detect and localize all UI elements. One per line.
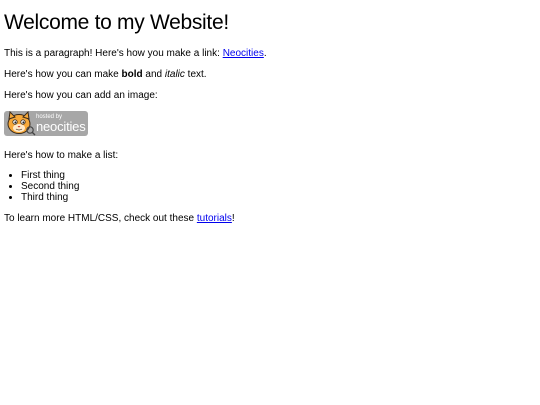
neocities-cat-icon	[7, 111, 36, 136]
formatting-text-after: text.	[184, 69, 207, 80]
neocities-link[interactable]: Neocities	[223, 48, 264, 59]
formatting-paragraph: Here's how you can make bold and italic …	[4, 69, 536, 80]
tutorials-text-before: To learn more HTML/CSS, check out these	[4, 213, 197, 224]
thing-list: First thing Second thing Third thing	[4, 170, 536, 203]
intro-text: This is a paragraph! Here's how you make…	[4, 48, 223, 59]
formatting-text-middle: and	[142, 69, 165, 80]
italic-text: italic	[164, 69, 185, 80]
list-item: Second thing	[21, 181, 536, 192]
neocities-badge-image: hosted by neocities	[4, 111, 88, 136]
image-paragraph: Here's how you can add an image:	[4, 90, 158, 101]
page-title: Welcome to my Website!	[4, 11, 229, 34]
list-intro: Here's how to make a list:	[4, 150, 119, 161]
tutorials-exclamation: !	[231, 213, 235, 224]
intro-paragraph: This is a paragraph! Here's how you make…	[4, 48, 536, 59]
list-item: First thing	[21, 170, 536, 181]
page-content: Welcome to my Website! This is a paragra…	[0, 11, 540, 224]
list-item: Third thing	[21, 192, 536, 203]
tutorials-link[interactable]: tutorials	[197, 213, 232, 224]
intro-period: .	[263, 48, 267, 59]
bold-text: bold	[121, 69, 143, 80]
formatting-text-before: Here's how you can make	[4, 69, 122, 80]
tutorials-paragraph: To learn more HTML/CSS, check out these …	[4, 213, 536, 224]
badge-neocities-text: neocities	[36, 119, 86, 134]
